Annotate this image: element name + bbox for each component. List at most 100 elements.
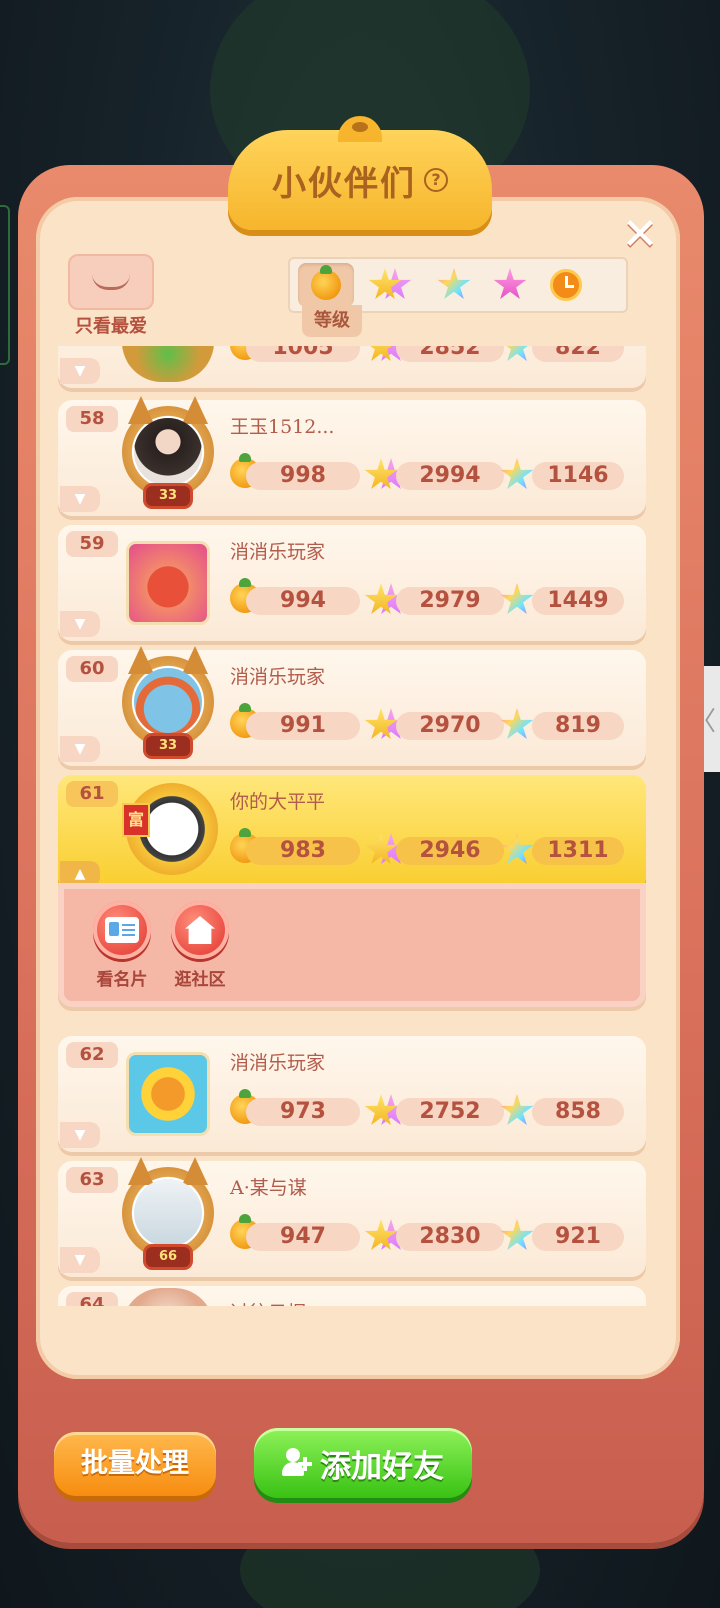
list-item[interactable]: ▼ 1005 2852 822	[58, 346, 646, 388]
rank-badge: 63	[66, 1167, 118, 1193]
list-item[interactable]: 64 过往云烟	[58, 1286, 646, 1306]
rainbow-star-icon	[500, 583, 534, 614]
help-icon[interactable]: ?	[424, 168, 448, 192]
visit-community-button[interactable]: 逛社区	[164, 901, 236, 990]
pink-star-icon	[493, 268, 527, 299]
view-card-button[interactable]: 看名片	[86, 901, 158, 990]
level-badge: 33	[146, 486, 190, 506]
fruit-count: 1005	[246, 346, 360, 362]
sort-by-pink-star-button[interactable]	[482, 263, 538, 307]
rainbow-star-count: 921	[532, 1223, 624, 1251]
friend-name: 王玉1512...	[230, 416, 335, 438]
rainbow-star-icon	[500, 708, 534, 739]
cat-ear-frame	[122, 1157, 214, 1259]
side-tab-left[interactable]	[0, 205, 10, 365]
avatar[interactable]: 33	[122, 646, 214, 756]
rainbow-star-icon	[500, 1219, 534, 1250]
sort-by-stars-button[interactable]	[362, 263, 418, 307]
star-count: 2852	[396, 346, 504, 362]
rank-badge: 58	[66, 406, 118, 432]
star-count: 2946	[396, 837, 504, 865]
fruit-icon	[311, 265, 341, 300]
rainbow-star-count: 1449	[532, 587, 624, 615]
chevron-down-icon[interactable]: ▼	[60, 1122, 100, 1148]
chevron-down-icon[interactable]: ▼	[60, 1247, 100, 1273]
friend-name: 消消乐玩家	[230, 666, 326, 688]
chevron-down-icon[interactable]: ▼	[60, 486, 100, 512]
close-button[interactable]: ✕	[620, 213, 660, 257]
page-title: 小伙伴们	[272, 163, 416, 204]
list-item[interactable]: 63 ▼ 66 A·某与谋 947 2830 921	[58, 1157, 646, 1277]
visit-community-label: 逛社区	[174, 970, 226, 990]
avatar[interactable]: 33	[122, 396, 214, 506]
closed-eye-icon	[68, 254, 154, 310]
rank-badge: 64	[66, 1292, 118, 1306]
list-item-self[interactable]: 61 ▲ 富 你的大平平 983 2946 1311	[58, 775, 646, 891]
rainbow-star-count: 819	[532, 712, 624, 740]
list-item[interactable]: 58 ▼ 33 王玉1512... 998 2994 1146	[58, 396, 646, 516]
friends-list[interactable]: ▼ 1005 2852 822 58 ▼ 33 王玉1512... 998 29…	[54, 346, 666, 1306]
avatar[interactable]: 66	[122, 1157, 214, 1267]
star-count: 2752	[396, 1098, 504, 1126]
add-friend-button[interactable]: 添加好友	[254, 1428, 472, 1498]
house-icon	[185, 916, 215, 944]
friend-name: 你的大平平	[230, 791, 326, 813]
level-badge: 66	[146, 1247, 190, 1267]
fruit-count: 998	[246, 462, 360, 490]
star-count: 2830	[396, 1223, 504, 1251]
star-count: 2979	[396, 587, 504, 615]
friend-actions-panel: 看名片 逛社区	[58, 883, 646, 1007]
list-item[interactable]: 60 ▼ 33 消消乐玩家 991 2970 819	[58, 646, 646, 766]
friend-name: 消消乐玩家	[230, 1052, 326, 1074]
avatar[interactable]	[126, 541, 210, 625]
avatar[interactable]	[122, 1288, 214, 1306]
favorites-only-toggle[interactable]: 只看最爱	[66, 254, 156, 337]
fruit-count: 973	[246, 1098, 360, 1126]
chevron-down-icon[interactable]: ▼	[60, 611, 100, 637]
friend-name: A·某与谋	[230, 1177, 307, 1199]
batch-manage-button[interactable]: 批量处理	[54, 1432, 216, 1496]
avatar[interactable]	[126, 1052, 210, 1136]
rank-badge: 61	[66, 781, 118, 807]
rank-badge: 59	[66, 531, 118, 557]
fruit-count: 947	[246, 1223, 360, 1251]
rainbow-star-icon	[500, 833, 534, 864]
title-plate: 小伙伴们 ?	[228, 116, 492, 230]
sort-by-time-button[interactable]	[538, 263, 594, 307]
avatar[interactable]: 富	[122, 781, 218, 881]
fortune-tag: 富	[122, 803, 150, 837]
list-item[interactable]: 62 ▼ 消消乐玩家 973 2752 858	[58, 1036, 646, 1152]
star-count: 2970	[396, 712, 504, 740]
chevron-down-icon[interactable]: ▼	[60, 358, 100, 384]
cat-ear-frame	[122, 396, 214, 498]
chevron-down-icon[interactable]: ▼	[60, 736, 100, 762]
rainbow-star-count: 858	[532, 1098, 624, 1126]
rainbow-star-count: 1146	[532, 462, 624, 490]
cat-ear-frame	[122, 646, 214, 748]
level-badge: 33	[146, 736, 190, 756]
sort-by-level-button[interactable]	[298, 263, 354, 307]
star-count: 2994	[396, 462, 504, 490]
rank-badge: 60	[66, 656, 118, 682]
rainbow-star-icon	[500, 346, 534, 361]
fruit-count: 991	[246, 712, 360, 740]
view-card-label: 看名片	[96, 970, 148, 990]
list-item[interactable]: 59 ▼ 消消乐玩家 994 2979 1449	[58, 525, 646, 641]
id-card-icon	[105, 917, 139, 943]
add-user-icon	[282, 1448, 312, 1478]
favorites-only-label: 只看最爱	[75, 316, 147, 337]
add-friend-label: 添加好友	[320, 1448, 444, 1485]
friend-name: 过往云烟	[230, 1298, 306, 1306]
sort-by-rainbow-star-button[interactable]	[426, 263, 482, 307]
rank-badge: 62	[66, 1042, 118, 1068]
fruit-count: 994	[246, 587, 360, 615]
rainbow-star-icon	[437, 268, 471, 299]
active-sort-label: 等级	[302, 305, 362, 337]
friend-name: 消消乐玩家	[230, 541, 326, 563]
fruit-count: 983	[246, 837, 360, 865]
clock-icon	[550, 269, 582, 301]
rainbow-star-icon	[500, 458, 534, 489]
partial-avatar	[122, 346, 214, 382]
rainbow-star-count: 822	[532, 346, 624, 362]
rainbow-star-icon	[500, 1094, 534, 1125]
